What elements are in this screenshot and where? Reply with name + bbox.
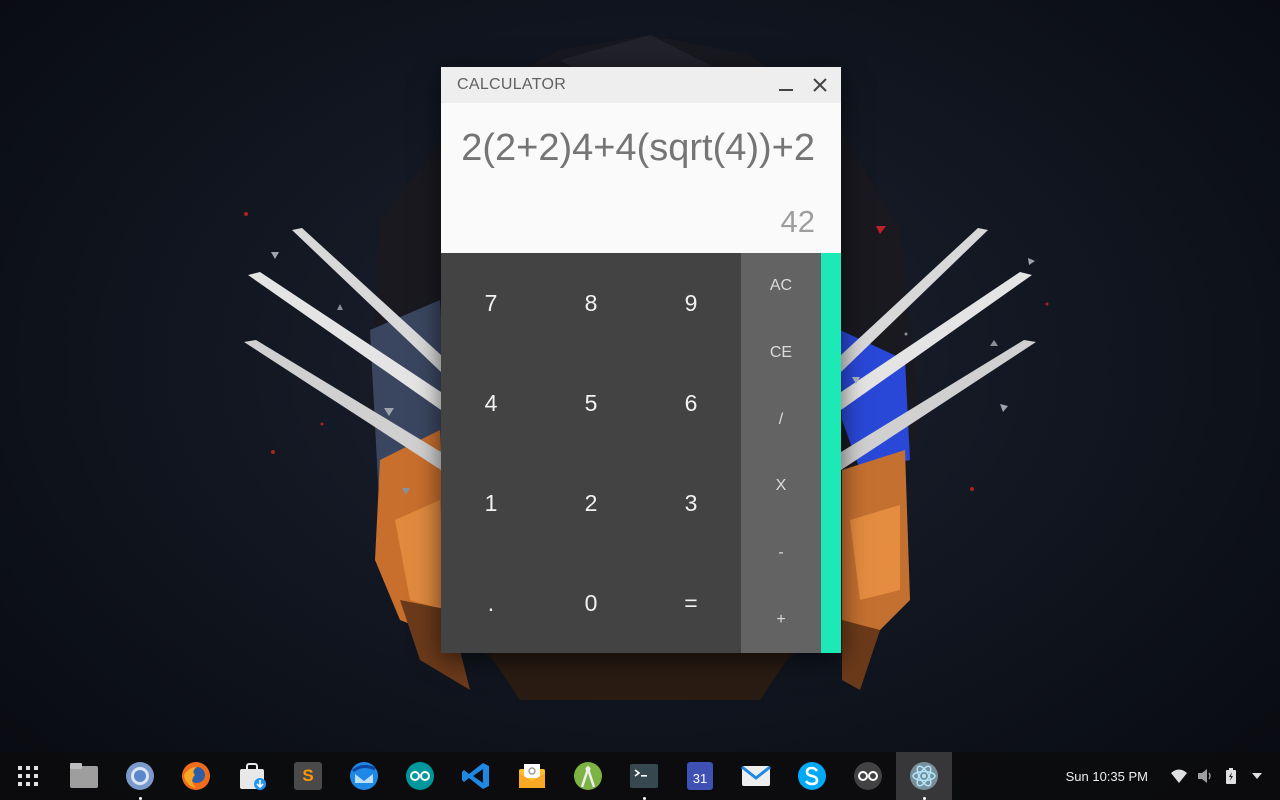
chromium-icon xyxy=(124,760,156,792)
thunderbird-icon xyxy=(348,760,380,792)
window-titlebar[interactable]: CALCULATOR xyxy=(441,67,841,103)
calendar-icon: 31 xyxy=(687,762,713,790)
subtract-button[interactable]: - xyxy=(741,520,821,587)
app-launcher-button[interactable] xyxy=(0,752,56,800)
arduino-dark-icon xyxy=(852,760,884,792)
android-studio-icon xyxy=(572,760,604,792)
minimize-icon xyxy=(779,89,793,91)
volume-icon xyxy=(1198,769,1211,783)
status-tray[interactable]: Sun 10:35 PM xyxy=(1066,752,1280,800)
key-decimal[interactable]: . xyxy=(441,553,541,653)
number-keypad: 7 8 9 4 5 6 1 2 3 . 0 = xyxy=(441,253,741,653)
volume-status[interactable] xyxy=(1192,752,1218,800)
key-9[interactable]: 9 xyxy=(641,253,741,353)
shelf-app-arduino[interactable] xyxy=(392,752,448,800)
close-icon xyxy=(813,78,827,92)
vscode-icon xyxy=(460,760,492,792)
key-3[interactable]: 3 xyxy=(641,453,741,553)
wifi-status[interactable] xyxy=(1166,752,1192,800)
shelf-app-chromium[interactable] xyxy=(112,752,168,800)
key-6[interactable]: 6 xyxy=(641,353,741,453)
shelf-app-vscode[interactable] xyxy=(448,752,504,800)
advanced-panel-drawer[interactable] xyxy=(821,253,841,653)
shelf: S 31 Sun 10:35 PM xyxy=(0,752,1280,800)
shelf-app-store[interactable] xyxy=(224,752,280,800)
result-display: 42 xyxy=(780,204,815,239)
firefox-icon xyxy=(180,760,212,792)
arduino-icon xyxy=(404,760,436,792)
terminal-icon xyxy=(628,760,660,792)
shelf-app-android-studio[interactable] xyxy=(560,752,616,800)
skype-icon xyxy=(796,760,828,792)
files-icon xyxy=(68,760,100,792)
mail-client-icon xyxy=(516,760,548,792)
key-4[interactable]: 4 xyxy=(441,353,541,453)
operator-panel: AC CE / X - + xyxy=(741,253,821,653)
key-1[interactable]: 1 xyxy=(441,453,541,553)
sublime-letter: S xyxy=(302,766,314,785)
clear-entry-button[interactable]: CE xyxy=(741,320,821,387)
system-menu-button[interactable] xyxy=(1244,752,1270,800)
close-button[interactable] xyxy=(803,67,837,103)
window-title: CALCULATOR xyxy=(457,76,567,93)
expression-display: 2(2+2)4+4(sqrt(4))+2 xyxy=(461,127,815,169)
chevron-down-icon xyxy=(1252,773,1262,779)
shelf-app-files[interactable] xyxy=(56,752,112,800)
clock[interactable]: Sun 10:35 PM xyxy=(1066,769,1148,784)
key-equals[interactable]: = xyxy=(641,553,741,653)
calculator-window: CALCULATOR 2(2+2)4+4(sqrt(4))+2 42 7 8 9… xyxy=(441,67,841,653)
minimize-button[interactable] xyxy=(769,67,803,103)
key-7[interactable]: 7 xyxy=(441,253,541,353)
calendar-day: 31 xyxy=(692,771,708,786)
shelf-app-thunderbird[interactable] xyxy=(336,752,392,800)
key-8[interactable]: 8 xyxy=(541,253,641,353)
shelf-app-firefox[interactable] xyxy=(168,752,224,800)
sublime-text-icon: S xyxy=(294,762,322,790)
launcher-grid-icon xyxy=(18,766,38,786)
multiply-button[interactable]: X xyxy=(741,453,821,520)
shelf-app-sublime[interactable]: S xyxy=(280,752,336,800)
add-button[interactable]: + xyxy=(741,586,821,653)
wifi-icon xyxy=(1171,769,1187,783)
shelf-app-gmail[interactable] xyxy=(728,752,784,800)
gmail-icon xyxy=(740,760,772,792)
shelf-app-calendar[interactable]: 31 xyxy=(672,752,728,800)
store-download-icon xyxy=(236,760,268,792)
key-0[interactable]: 0 xyxy=(541,553,641,653)
shelf-app-terminal[interactable] xyxy=(616,752,672,800)
calculator-app-icon xyxy=(908,760,940,792)
shelf-app-skype[interactable] xyxy=(784,752,840,800)
battery-status[interactable] xyxy=(1218,752,1244,800)
key-5[interactable]: 5 xyxy=(541,353,641,453)
key-2[interactable]: 2 xyxy=(541,453,641,553)
all-clear-button[interactable]: AC xyxy=(741,253,821,320)
battery-charging-icon xyxy=(1226,768,1236,784)
divide-button[interactable]: / xyxy=(741,386,821,453)
shelf-app-calculator[interactable] xyxy=(896,752,952,800)
shelf-app-arduino-dark[interactable] xyxy=(840,752,896,800)
shelf-app-mail-client[interactable] xyxy=(504,752,560,800)
